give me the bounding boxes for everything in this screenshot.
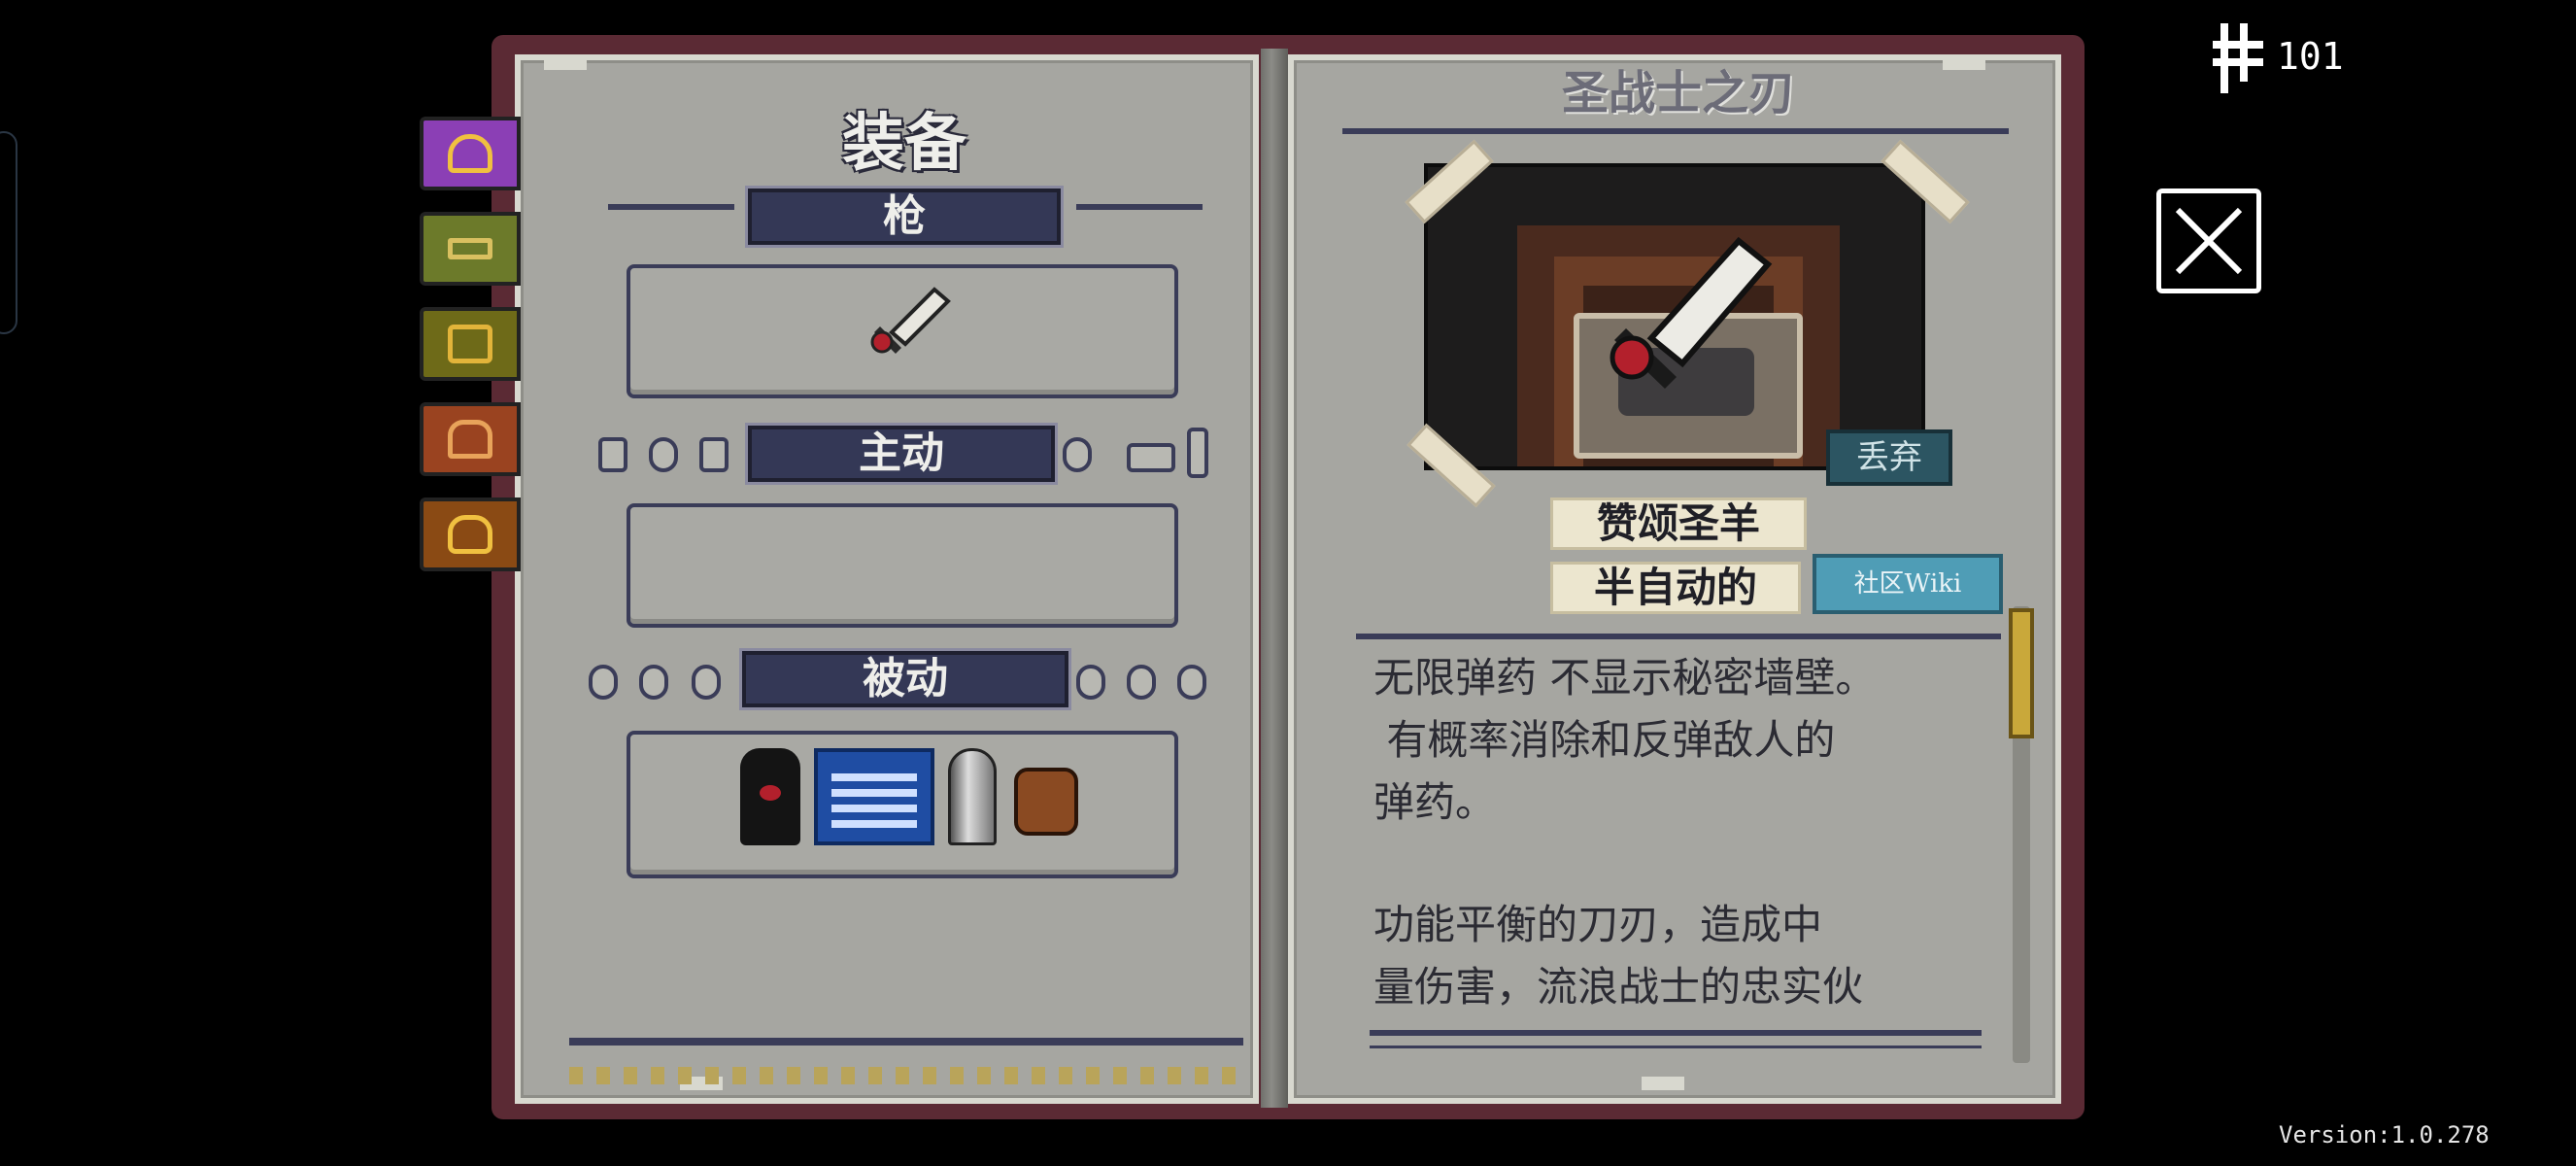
map-icon[interactable] xyxy=(814,748,934,845)
skull-icon xyxy=(448,515,492,554)
page-decoration xyxy=(569,1038,1243,1084)
sword-icon xyxy=(1610,236,1773,389)
ornament-icon xyxy=(1076,665,1105,700)
game-screen: 装备 枪 主动 被动 圣战士之刃 丢弃 赞颂圣羊 半自动的 社区Wiki 无限弹… xyxy=(0,0,2576,1166)
ornament-icon xyxy=(1127,665,1156,700)
page-corner xyxy=(1943,56,1985,70)
flask-icon xyxy=(649,437,678,472)
tab-equipment[interactable] xyxy=(420,117,521,190)
book-spine xyxy=(1261,49,1288,1108)
scrollbar-thumb[interactable] xyxy=(2009,608,2034,738)
sword-icon[interactable] xyxy=(863,282,952,361)
currency-value: 101 xyxy=(2277,35,2344,78)
gun-icon xyxy=(448,238,492,259)
key-currency-icon xyxy=(2213,23,2263,93)
close-button[interactable] xyxy=(2156,189,2261,293)
page-title: 装备 xyxy=(842,108,966,180)
passive-section-label: 被动 xyxy=(742,651,1068,707)
currency-display: 101 xyxy=(2213,19,2349,97)
item-name: 圣战士之刃 xyxy=(1561,66,1795,120)
bullet-icon[interactable] xyxy=(948,748,997,845)
description-rule xyxy=(1356,634,2001,639)
title-rule xyxy=(1342,128,2009,134)
active-slot[interactable] xyxy=(627,503,1178,628)
page-corner xyxy=(1642,1077,1684,1090)
edge-indicator xyxy=(0,131,17,334)
community-wiki-button[interactable]: 社区Wiki xyxy=(1813,554,2003,614)
gun-section-label: 枪 xyxy=(748,189,1061,245)
ornament-icon xyxy=(1177,665,1206,700)
item-portrait xyxy=(1424,163,1925,470)
tab-npcs[interactable] xyxy=(420,402,521,476)
version-label: Version:1.0.278 xyxy=(2279,1121,2490,1149)
ornament-icon xyxy=(639,665,668,700)
active-section-label: 主动 xyxy=(748,426,1055,482)
close-icon xyxy=(2175,207,2243,275)
deco-gun-left xyxy=(608,204,734,210)
bag-icon[interactable] xyxy=(1014,768,1078,836)
radio-icon xyxy=(1187,428,1208,478)
item-effect-text: 无限弹药 不显示秘密墙壁。 有概率消除和反弹敌人的 弹药。 xyxy=(1373,654,1877,826)
tab-guns[interactable] xyxy=(420,212,521,286)
item-tag: 赞颂圣羊 xyxy=(1550,497,1807,550)
device-icon xyxy=(1127,443,1175,472)
helmet-icon xyxy=(448,134,492,173)
bomb-icon xyxy=(1063,437,1092,472)
item-tag: 半自动的 xyxy=(1550,562,1801,614)
tab-items[interactable] xyxy=(420,307,521,381)
ornament-icon xyxy=(692,665,721,700)
tab-enemies[interactable] xyxy=(420,497,521,571)
item-flavor-text: 功能平衡的刀刃，造成中 量伤害，流浪战士的忠实伙 xyxy=(1373,901,1864,1011)
chest-icon xyxy=(448,325,492,363)
ornament-icon xyxy=(589,665,618,700)
discard-button[interactable]: 丢弃 xyxy=(1826,429,1952,486)
book-icon xyxy=(699,437,729,472)
deco-gun-right xyxy=(1076,204,1203,210)
hood-icon[interactable] xyxy=(740,748,800,845)
npc-icon xyxy=(448,420,492,459)
page-decoration xyxy=(1370,1030,1982,1048)
page-corner xyxy=(544,56,587,70)
potion-icon xyxy=(598,437,627,472)
